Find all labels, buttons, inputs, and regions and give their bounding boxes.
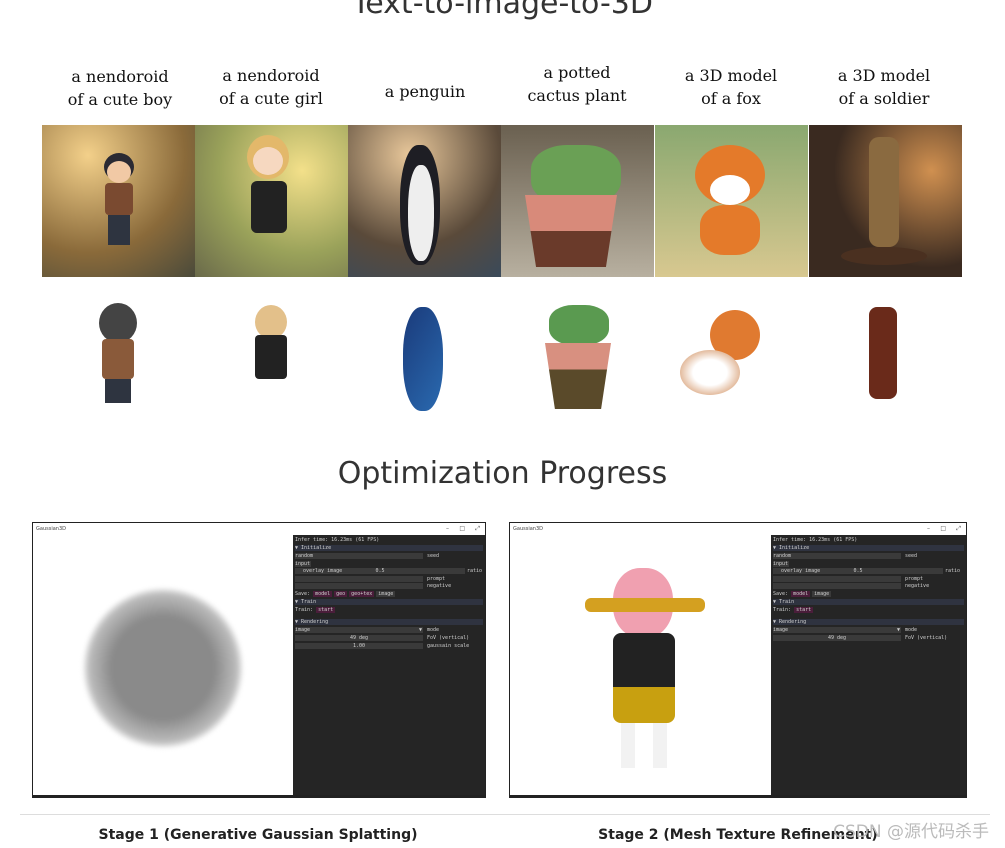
minimize-icon[interactable]: –: [446, 525, 449, 532]
generated-image-soldier: [809, 125, 962, 277]
prompt-caption: a penguin: [384, 82, 466, 101]
ratio-label: ratio: [467, 568, 483, 574]
seed-label: seed: [427, 553, 440, 559]
gaussian-blob: [83, 588, 243, 748]
prompt-caption: a 3D model of a fox: [684, 66, 778, 108]
control-panel: Infer time: 16.23ms (61 FPS) ▼ Initializ…: [293, 535, 485, 795]
fov-label: FoV (vertical): [905, 635, 948, 641]
input-button[interactable]: input: [773, 561, 789, 567]
mode-label: mode: [905, 627, 918, 633]
negative-label: negative: [905, 583, 930, 589]
infer-time: Infer time: 16.23ms (61 FPS): [773, 537, 858, 543]
section-title: Text-to-image-to-3D: [352, 0, 653, 21]
overlay-label: overlay image: [303, 568, 343, 574]
generated-image-penguin: [348, 125, 501, 277]
section-title: Optimization Progress: [337, 456, 668, 491]
initialize-header[interactable]: ▼ Initialize: [773, 545, 964, 551]
prompt-label: prompt: [905, 576, 924, 582]
prompt-label: prompt: [427, 576, 446, 582]
minimize-icon[interactable]: –: [927, 525, 930, 532]
prompt-caption: a potted cactus plant: [527, 63, 627, 105]
resize-icon[interactable]: ⤢: [956, 525, 961, 533]
generated-image-fox: [655, 125, 808, 277]
fov-label: FoV (vertical): [427, 635, 470, 641]
render-cactus: [501, 295, 654, 417]
header-label: Initialize: [301, 545, 332, 551]
prompt-caption: a 3D model of a soldier: [837, 66, 931, 108]
scale-slider[interactable]: 1.00: [295, 643, 423, 649]
generated-image-boy: [42, 125, 195, 277]
stage1-caption: Stage 1 (Generative Gaussian Splatting): [98, 827, 418, 843]
generated-image-cactus: [501, 125, 654, 277]
save-geotex-button[interactable]: geo+tex: [349, 591, 375, 597]
train-start-button[interactable]: start: [794, 607, 814, 613]
render-girl: [195, 295, 348, 417]
maximize-icon[interactable]: □: [459, 525, 465, 532]
fov-slider[interactable]: 49 deg: [295, 635, 423, 641]
save-image-button[interactable]: image: [812, 591, 832, 597]
train-header[interactable]: ▼ Train: [773, 599, 964, 605]
ratio-label: ratio: [945, 568, 961, 574]
render-penguin: [348, 295, 501, 417]
train-label: Train:: [295, 607, 314, 613]
header-label: Rendering: [301, 619, 329, 625]
mode-select[interactable]: image: [773, 627, 901, 633]
window-title: Gaussian3D: [513, 526, 543, 532]
seed-label: seed: [905, 553, 918, 559]
control-panel: Infer time: 16.23ms (61 FPS) ▼ Initializ…: [771, 535, 966, 795]
mesh-render: [585, 568, 705, 778]
seed-field[interactable]: random: [773, 553, 901, 559]
render-soldier: [809, 295, 962, 417]
save-geo-button[interactable]: geo: [334, 591, 348, 597]
render-fox: [655, 295, 808, 417]
save-label: Save:: [295, 591, 311, 597]
gui-window-stage2: Gaussian3D – □ ⤢ Infer time: 16.23ms (61…: [509, 522, 967, 798]
generated-image-girl: [195, 125, 348, 277]
divider: [20, 814, 990, 815]
window-title: Gaussian3D: [36, 526, 66, 532]
resize-icon[interactable]: ⤢: [475, 525, 480, 533]
prompt-input[interactable]: [295, 576, 423, 582]
negative-label: negative: [427, 583, 452, 589]
header-label: Rendering: [779, 619, 807, 625]
infer-time: Infer time: 16.23ms (61 FPS): [295, 537, 380, 543]
rendering-header[interactable]: ▼ Rendering: [295, 619, 483, 625]
save-label: Save:: [773, 591, 789, 597]
render-boy: [42, 295, 195, 417]
mode-label: mode: [427, 627, 440, 633]
save-model-button[interactable]: model: [791, 591, 811, 597]
train-start-button[interactable]: start: [316, 607, 336, 613]
train-header[interactable]: ▼ Train: [295, 599, 483, 605]
input-button[interactable]: input: [295, 561, 311, 567]
negative-input[interactable]: [295, 583, 423, 589]
rendering-header[interactable]: ▼ Rendering: [773, 619, 964, 625]
train-label: Train:: [773, 607, 792, 613]
prompt-caption: a nendoroid of a cute boy: [67, 67, 173, 109]
initialize-header[interactable]: ▼ Initialize: [295, 545, 483, 551]
negative-input[interactable]: [773, 583, 901, 589]
header-label: Train: [779, 599, 795, 605]
watermark: CSDN @源代码杀手: [833, 822, 989, 842]
scale-label: gaussain scale: [427, 643, 470, 649]
prompt-caption: a nendoroid of a cute girl: [219, 66, 323, 108]
overlay-label: overlay image: [781, 568, 821, 574]
header-label: Initialize: [779, 545, 810, 551]
save-model-button[interactable]: model: [313, 591, 333, 597]
fov-slider[interactable]: 49 deg: [773, 635, 901, 641]
mode-select[interactable]: image: [295, 627, 423, 633]
prompt-input[interactable]: [773, 576, 901, 582]
gui-window-stage1: Gaussian3D – □ ⤢ Infer time: 16.23ms (61…: [32, 522, 486, 798]
maximize-icon[interactable]: □: [940, 525, 946, 532]
seed-field[interactable]: random: [295, 553, 423, 559]
save-image-button[interactable]: image: [376, 591, 396, 597]
header-label: Train: [301, 599, 317, 605]
